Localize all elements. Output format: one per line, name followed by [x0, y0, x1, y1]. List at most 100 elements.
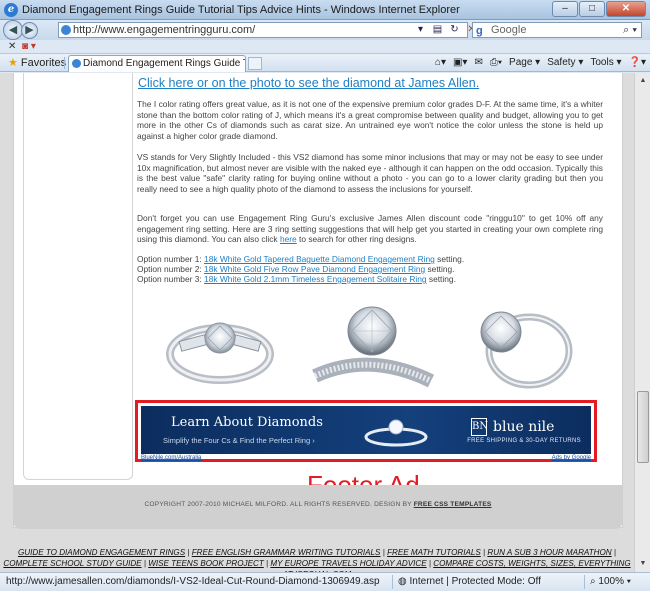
option-link-1[interactable]: 18k White Gold Tapered Baguette Diamond …	[204, 254, 435, 264]
google-icon: g	[476, 25, 483, 37]
ring-photo-1[interactable]	[160, 296, 286, 393]
ring-photo-2[interactable]	[310, 296, 436, 393]
status-divider	[584, 575, 585, 589]
page-viewport: Click here or on the photo to see the di…	[0, 73, 634, 572]
forward-button[interactable]: ▶	[21, 21, 38, 39]
solitaire-ring-image	[480, 311, 573, 389]
vertical-scrollbar[interactable]: ▲ ▼	[634, 73, 650, 572]
option-line-1: Option number 1: 18k White Gold Tapered …	[137, 254, 464, 265]
dropdown-arrow-icon[interactable]: ▾	[414, 23, 427, 36]
minimize-button[interactable]: –	[552, 1, 578, 17]
footer-ad-highlight: Learn About Diamonds Simplify the Four C…	[135, 400, 597, 462]
james-allen-cta-link[interactable]: Click here or on the photo to see the di…	[138, 76, 479, 90]
page-menu[interactable]: Page ▾	[509, 56, 540, 70]
favorites-star-icon: ★	[8, 57, 18, 69]
compatibility-view-icon[interactable]: ▤	[431, 23, 444, 36]
footer-link[interactable]: MY EUROPE TRAVELS HOLIDAY ADVICE	[270, 559, 426, 568]
address-url: http://www.engagementringguru.com/	[73, 24, 256, 36]
color-rating-paragraph: The I color rating offers great value, a…	[137, 99, 603, 141]
secondary-toolbar: ✕ ◙ ▾	[0, 40, 650, 54]
scroll-up-icon[interactable]: ▲	[637, 75, 649, 87]
ad-source-link[interactable]: BlueNile.com/Australia	[141, 455, 201, 461]
ads-by-google-link[interactable]: Ads by Google	[552, 455, 591, 461]
ad-subline: Simplify the Four Cs & Find the Perfect …	[163, 436, 315, 445]
security-zone-label: Internet | Protected Mode: Off	[409, 576, 541, 587]
close-toolbar-icon[interactable]: ✕	[8, 40, 16, 54]
option-link-3[interactable]: 18k White Gold 2.1mm Timeless Engagement…	[204, 274, 427, 284]
footer-link[interactable]: FREE ENGLISH GRAMMAR WRITING TUTORIALS	[192, 548, 381, 557]
link-separator: |	[185, 548, 192, 557]
option-prefix: Option number 3:	[137, 274, 205, 284]
copyright-prefix: COPYRIGHT 2007-2010 MICHAEL MILFORD. ALL…	[144, 501, 414, 508]
address-bar[interactable]: http://www.engagementringguru.com/	[58, 22, 468, 38]
site-favicon-icon	[61, 25, 71, 35]
ring-photo-3[interactable]	[459, 296, 585, 393]
option-prefix: Option number 2:	[137, 264, 205, 274]
scroll-down-icon[interactable]: ▼	[637, 558, 649, 570]
address-actions: ▾ ▤ ↻ ✕	[414, 23, 478, 36]
discount-paragraph: Don't forget you can use Engagement Ring…	[137, 213, 603, 245]
footer-link[interactable]: GUIDE TO DIAMOND ENGAGEMENT RINGS	[18, 548, 185, 557]
status-url: http://www.jamesallen.com/diamonds/I-VS2…	[6, 576, 380, 587]
option-suffix: setting.	[426, 274, 456, 284]
favorites-bar: ★ Favorites Diamond Engagement Rings Guid…	[0, 54, 650, 72]
blue-nile-logo: BN blue nile	[471, 418, 554, 436]
option-suffix: setting.	[434, 254, 465, 264]
print-icon[interactable]: ⎙▾	[490, 56, 502, 70]
security-zone[interactable]: ◍ Internet | Protected Mode: Off	[398, 573, 541, 591]
ad-ring-icon	[364, 419, 428, 447]
status-divider	[392, 575, 393, 589]
internet-explorer-icon: e	[4, 2, 18, 17]
tab-favicon-icon	[72, 59, 81, 68]
mail-icon[interactable]: ✉	[474, 56, 482, 70]
window-controls: – □ ✕	[552, 1, 646, 17]
window-title: Diamond Engagement Rings Guide Tutorial …	[22, 3, 460, 16]
option-suffix: setting.	[425, 264, 455, 274]
left-sidebar	[23, 73, 133, 480]
address-toolbar: ◀ ▶ http://www.engagementringguru.com/ ▾…	[0, 20, 650, 40]
maximize-button[interactable]: □	[579, 1, 605, 17]
link-separator: |	[611, 548, 616, 557]
option-line-3: Option number 3: 18k White Gold 2.1mm Ti…	[137, 274, 456, 285]
close-button[interactable]: ✕	[606, 1, 646, 17]
favorites-label: Favorites	[20, 57, 67, 69]
search-icon[interactable]: ⌕ ▾	[623, 23, 637, 37]
window-title-bar: e Diamond Engagement Rings Guide Tutoria…	[0, 0, 650, 20]
favorites-button[interactable]: ★ Favorites	[8, 56, 66, 70]
scrollbar-thumb[interactable]	[637, 391, 649, 463]
feeds-icon[interactable]: ▣▾	[453, 56, 467, 70]
option-link-2[interactable]: 18k White Gold Five Row Pave Diamond Eng…	[204, 264, 425, 274]
baguette-ring-image	[166, 322, 274, 384]
footer-link[interactable]: COMPLETE SCHOOL STUDY GUIDE	[3, 559, 141, 568]
tools-menu[interactable]: Tools ▾	[590, 56, 621, 70]
footer-link[interactable]: WISE TEENS BOOK PROJECT	[148, 559, 264, 568]
tab-label: Diamond Engagement Rings Guide Tutorial …	[83, 58, 245, 69]
blue-nile-ad-banner[interactable]: Learn About Diamonds Simplify the Four C…	[141, 406, 591, 454]
search-designs-link[interactable]: here	[280, 234, 297, 244]
addon-icon[interactable]: ◙ ▾	[22, 40, 36, 54]
zoom-control[interactable]: ⌕ 100% ▾	[590, 573, 631, 591]
copyright-text: COPYRIGHT 2007-2010 MICHAEL MILFORD. ALL…	[13, 501, 623, 508]
new-tab-button[interactable]	[248, 57, 262, 70]
copyright-bar: COPYRIGHT 2007-2010 MICHAEL MILFORD. ALL…	[13, 485, 623, 529]
help-menu[interactable]: ❓▾	[629, 56, 646, 70]
footer-link[interactable]: FREE MATH TUTORIALS	[387, 548, 481, 557]
back-button[interactable]: ◀	[3, 20, 23, 40]
option-prefix: Option number 1:	[137, 254, 205, 264]
home-icon[interactable]: ⌂▾	[435, 56, 446, 70]
footer-link[interactable]: RUN A SUB 3 HOUR MARATHON	[487, 548, 611, 557]
safety-menu[interactable]: Safety ▾	[547, 56, 583, 70]
refresh-icon[interactable]: ↻	[448, 23, 461, 36]
command-bar: ⌂▾ ▣▾ ✉ ⎙▾ Page ▾ Safety ▾ Tools ▾ ❓▾	[435, 56, 646, 70]
bottom-links: GUIDE TO DIAMOND ENGAGEMENT RINGS | FREE…	[0, 547, 634, 572]
search-input[interactable]: Google	[491, 24, 526, 36]
option-line-2: Option number 2: 18k White Gold Five Row…	[137, 264, 455, 275]
search-box[interactable]: g Google ⌕ ▾	[472, 22, 642, 38]
free-css-templates-link[interactable]: FREE CSS TEMPLATES	[414, 501, 492, 508]
zoom-level: 100%	[598, 576, 624, 587]
tab-active[interactable]: Diamond Engagement Rings Guide Tutorial …	[68, 55, 246, 72]
toolbar-divider	[64, 57, 65, 69]
status-bar: http://www.jamesallen.com/diamonds/I-VS2…	[0, 572, 650, 591]
ad-brand: blue nile	[493, 419, 555, 435]
clarity-paragraph: VS stands for Very Slightly Included - t…	[137, 152, 603, 194]
